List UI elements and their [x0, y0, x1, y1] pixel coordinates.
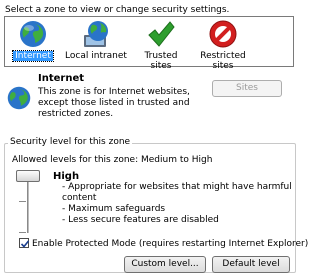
zone-restricted-sites[interactable]: Restricted sites — [195, 17, 251, 71]
protected-mode-row[interactable]: Enable Protected Mode (requires restarti… — [19, 238, 308, 249]
zone-internet[interactable]: Internet — [11, 17, 55, 62]
zone-list[interactable]: Internet Local intranet Trusted sites Re… — [4, 16, 294, 71]
zone-description: This zone is for Internet websites, exce… — [38, 87, 190, 119]
globe-icon — [18, 19, 48, 49]
zone-prompt: Select a zone to view or change security… — [5, 5, 230, 15]
security-slider-thumb[interactable] — [16, 170, 40, 182]
slider-tick — [19, 232, 26, 233]
intranet-globe-icon — [81, 19, 111, 49]
level-description: - Appropriate for websites that might ha… — [62, 182, 292, 226]
allowed-levels-text: Allowed levels for this zone: Medium to … — [12, 155, 213, 165]
zone-label: Restricted sites — [200, 51, 246, 71]
slider-tick — [19, 201, 26, 202]
level-point: - Appropriate for websites that might ha… — [62, 182, 292, 203]
zone-trusted-sites[interactable]: Trusted sites — [131, 17, 191, 71]
security-level-label: Security level for this zone — [8, 137, 133, 147]
zone-label: Internet — [12, 50, 54, 62]
zone-label: Trusted sites — [144, 51, 178, 71]
zone-local-intranet[interactable]: Local intranet — [61, 17, 131, 61]
protected-mode-checkbox[interactable] — [19, 238, 30, 248]
protected-mode-label: Enable Protected Mode (requires restarti… — [32, 239, 309, 249]
red-no-entry-icon — [208, 19, 238, 49]
checkmark-icon — [20, 240, 30, 248]
sites-button[interactable]: Sites — [212, 80, 282, 97]
custom-level-button[interactable]: Custom level... — [124, 256, 206, 273]
level-point: - Maximum safeguards — [62, 204, 166, 214]
green-check-icon — [146, 19, 176, 49]
default-level-button[interactable]: Default level — [212, 256, 290, 273]
level-title: High — [53, 171, 80, 182]
zone-globe-icon — [6, 85, 32, 111]
level-point: - Less secure features are disabled — [62, 215, 219, 225]
zone-label: Local intranet — [65, 51, 127, 61]
zone-title: Internet — [38, 73, 85, 84]
